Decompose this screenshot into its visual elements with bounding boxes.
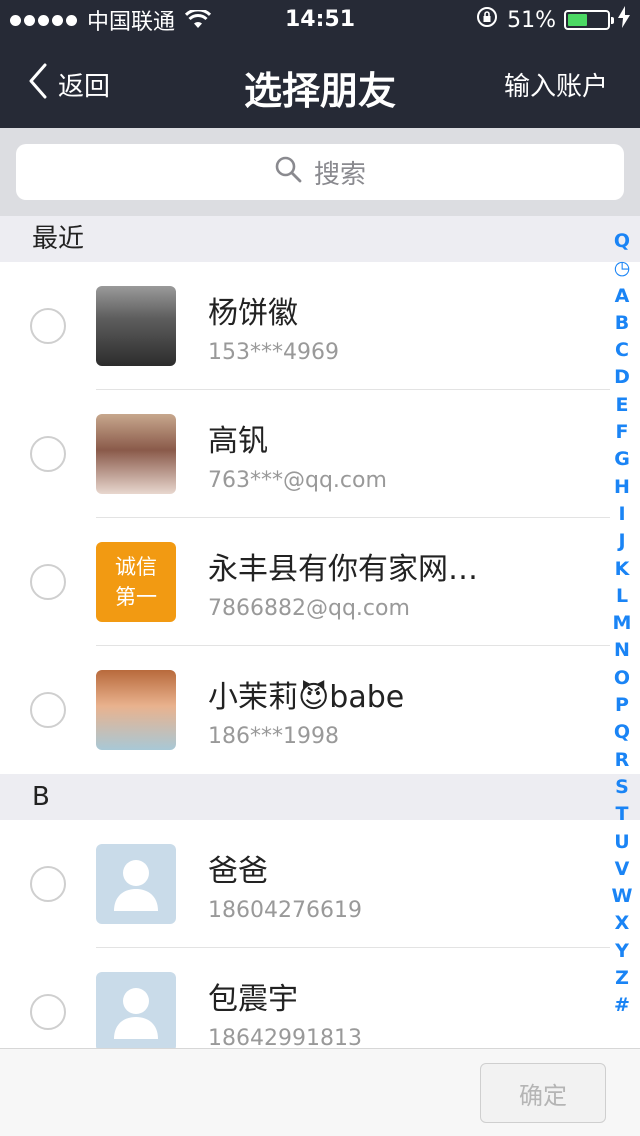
index-letter[interactable]: J — [618, 528, 625, 555]
enter-account-button[interactable]: 输入账户 — [504, 66, 608, 103]
avatar — [96, 670, 176, 750]
index-letter[interactable]: P — [615, 692, 629, 719]
index-letter[interactable]: E — [616, 392, 629, 419]
contact-detail: 763***@qq.com — [208, 468, 387, 493]
index-letter[interactable]: Z — [615, 965, 629, 992]
avatar — [96, 286, 176, 366]
select-radio[interactable] — [30, 866, 66, 902]
default-avatar-icon — [96, 972, 176, 1052]
index-letter[interactable]: Q — [614, 228, 630, 255]
search-input[interactable]: 搜索 — [16, 144, 624, 200]
index-letter[interactable]: U — [614, 829, 629, 856]
contact-row[interactable]: 杨饼徽 153***4969 — [0, 262, 610, 390]
alphabet-index[interactable]: Q ◷ A B C D E F G H I J K L M N O P Q R S T U V W X Y Z # — [610, 228, 634, 1020]
index-letter[interactable]: R — [615, 747, 630, 774]
contact-detail: 18604276619 — [208, 898, 362, 923]
index-letter[interactable]: S — [615, 774, 629, 801]
select-radio[interactable] — [30, 308, 66, 344]
contact-name: 小茉莉😈babe — [208, 680, 405, 715]
contact-name: 杨饼徽 — [208, 296, 298, 331]
status-right: 51% — [475, 5, 630, 35]
avatar-badge: 诚信 第一 — [96, 542, 176, 622]
search-icon — [274, 155, 302, 190]
index-letter[interactable]: G — [614, 446, 630, 473]
section-header-recent: 最近 — [0, 216, 640, 262]
battery-icon — [564, 10, 614, 30]
contact-row[interactable]: 爸爸 18604276619 — [0, 820, 610, 948]
select-radio[interactable] — [30, 994, 66, 1030]
index-letter[interactable]: D — [614, 364, 630, 391]
select-radio[interactable] — [30, 564, 66, 600]
index-letter[interactable]: V — [615, 856, 630, 883]
bottom-bar: 确定 — [0, 1048, 640, 1136]
index-letter[interactable]: # — [614, 992, 630, 1019]
index-letter[interactable]: B — [615, 310, 629, 337]
select-radio[interactable] — [30, 692, 66, 728]
contact-name: 永丰县有你有家网… — [208, 552, 478, 587]
index-letter[interactable]: Y — [615, 938, 629, 965]
select-radio[interactable] — [30, 436, 66, 472]
contact-name: 包震宇 — [208, 982, 298, 1017]
contact-detail: 7866882@qq.com — [208, 596, 410, 621]
index-letter[interactable]: N — [614, 637, 630, 664]
contact-name: 爸爸 — [208, 854, 268, 889]
index-letter[interactable]: O — [614, 665, 630, 692]
index-letter[interactable]: C — [615, 337, 629, 364]
search-bar: 搜索 — [0, 128, 640, 216]
contact-row[interactable]: 小茉莉😈babe 186***1998 — [0, 646, 610, 774]
index-letter[interactable]: A — [615, 283, 630, 310]
index-letter[interactable]: H — [614, 474, 630, 501]
index-letter[interactable]: ◷ — [614, 255, 631, 282]
avatar-badge-text: 诚信 第一 — [115, 555, 157, 609]
index-letter[interactable]: L — [616, 583, 628, 610]
confirm-button[interactable]: 确定 — [480, 1063, 606, 1123]
section-header-b: B — [0, 774, 640, 820]
index-letter[interactable]: W — [612, 883, 633, 910]
index-letter[interactable]: K — [615, 556, 630, 583]
index-letter[interactable]: F — [616, 419, 629, 446]
rotation-lock-icon — [475, 5, 499, 35]
navigation-bar: 返回 选择朋友 输入账户 — [0, 40, 640, 128]
index-letter[interactable]: Q — [614, 719, 630, 746]
charging-icon — [618, 6, 630, 34]
contact-detail: 153***4969 — [208, 340, 339, 365]
index-letter[interactable]: M — [613, 610, 632, 637]
contact-detail: 186***1998 — [208, 724, 339, 749]
status-bar: 中国联通 14:51 51% — [0, 0, 640, 40]
contact-name: 高钒 — [208, 424, 268, 459]
contact-row[interactable]: 诚信 第一 永丰县有你有家网… 7866882@qq.com — [0, 518, 610, 646]
battery-percent: 51% — [507, 7, 556, 33]
avatar — [96, 414, 176, 494]
battery-fill — [568, 14, 588, 26]
index-letter[interactable]: X — [615, 910, 630, 937]
search-placeholder: 搜索 — [313, 159, 366, 190]
default-avatar-icon — [96, 844, 176, 924]
contact-row[interactable]: 高钒 763***@qq.com — [0, 390, 610, 518]
index-letter[interactable]: T — [616, 801, 629, 828]
index-letter[interactable]: I — [618, 501, 625, 528]
